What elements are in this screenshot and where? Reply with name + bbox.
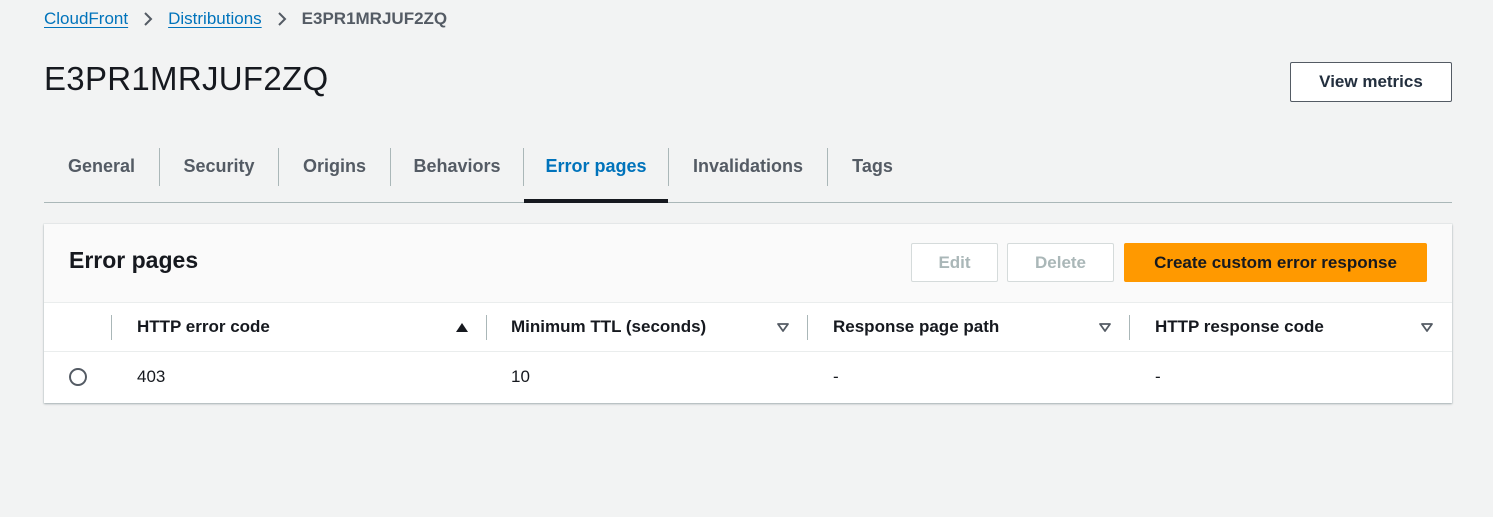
column-divider[interactable] xyxy=(1129,315,1130,340)
tab-general[interactable]: General xyxy=(44,131,159,202)
column-divider[interactable] xyxy=(486,315,487,340)
view-metrics-button[interactable]: View metrics xyxy=(1290,62,1452,102)
column-header-minimum-ttl[interactable]: Minimum TTL (seconds) xyxy=(511,303,706,351)
tab-tags[interactable]: Tags xyxy=(828,131,917,202)
row-select-radio[interactable] xyxy=(69,368,87,386)
table-row[interactable]: 403 10 - - xyxy=(44,352,1452,402)
column-header-response-page-path[interactable]: Response page path xyxy=(833,303,999,351)
tab-security[interactable]: Security xyxy=(160,131,278,202)
cell-minimum-ttl: 10 xyxy=(511,367,530,386)
chevron-right-icon xyxy=(128,8,168,30)
create-custom-error-response-button[interactable]: Create custom error response xyxy=(1124,243,1427,282)
delete-button[interactable]: Delete xyxy=(1007,243,1114,282)
sort-descending-icon[interactable] xyxy=(775,319,791,335)
tab-origins[interactable]: Origins xyxy=(279,131,390,202)
tab-behaviors[interactable]: Behaviors xyxy=(391,131,523,202)
panel-title: Error pages xyxy=(69,247,199,273)
column-divider[interactable] xyxy=(807,315,808,340)
tab-error-pages[interactable]: Error pages xyxy=(524,131,668,203)
error-pages-panel: Error pages Edit Delete Create custom er… xyxy=(44,224,1452,403)
page-title: E3PR1MRJUF2ZQ xyxy=(44,60,329,97)
page: CloudFront Distributions E3PR1MRJUF2ZQ E… xyxy=(0,0,1493,517)
cell-http-error-code: 403 xyxy=(137,367,166,386)
tab-bar: General Security Origins Behaviors Error… xyxy=(44,131,1452,203)
cell-http-response-code: - xyxy=(1155,367,1161,386)
sort-descending-icon[interactable] xyxy=(1419,319,1435,335)
breadcrumb: CloudFront Distributions E3PR1MRJUF2ZQ xyxy=(44,8,447,30)
column-divider xyxy=(111,315,112,340)
sort-descending-icon[interactable] xyxy=(1097,319,1113,335)
breadcrumb-current: E3PR1MRJUF2ZQ xyxy=(301,9,448,28)
breadcrumb-link-cloudfront[interactable]: CloudFront xyxy=(44,9,128,29)
edit-button[interactable]: Edit xyxy=(911,243,998,282)
tab-invalidations[interactable]: Invalidations xyxy=(669,131,827,202)
table-header: HTTP error code Minimum TTL (seconds) Re… xyxy=(44,303,1452,352)
breadcrumb-link-distributions[interactable]: Distributions xyxy=(168,9,262,29)
sort-ascending-icon[interactable] xyxy=(454,319,470,335)
chevron-right-icon xyxy=(262,8,302,30)
panel-header: Error pages Edit Delete Create custom er… xyxy=(44,224,1452,303)
cell-response-page-path: - xyxy=(833,367,839,386)
column-header-http-error-code[interactable]: HTTP error code xyxy=(137,303,270,351)
column-header-http-response-code[interactable]: HTTP response code xyxy=(1155,303,1324,351)
